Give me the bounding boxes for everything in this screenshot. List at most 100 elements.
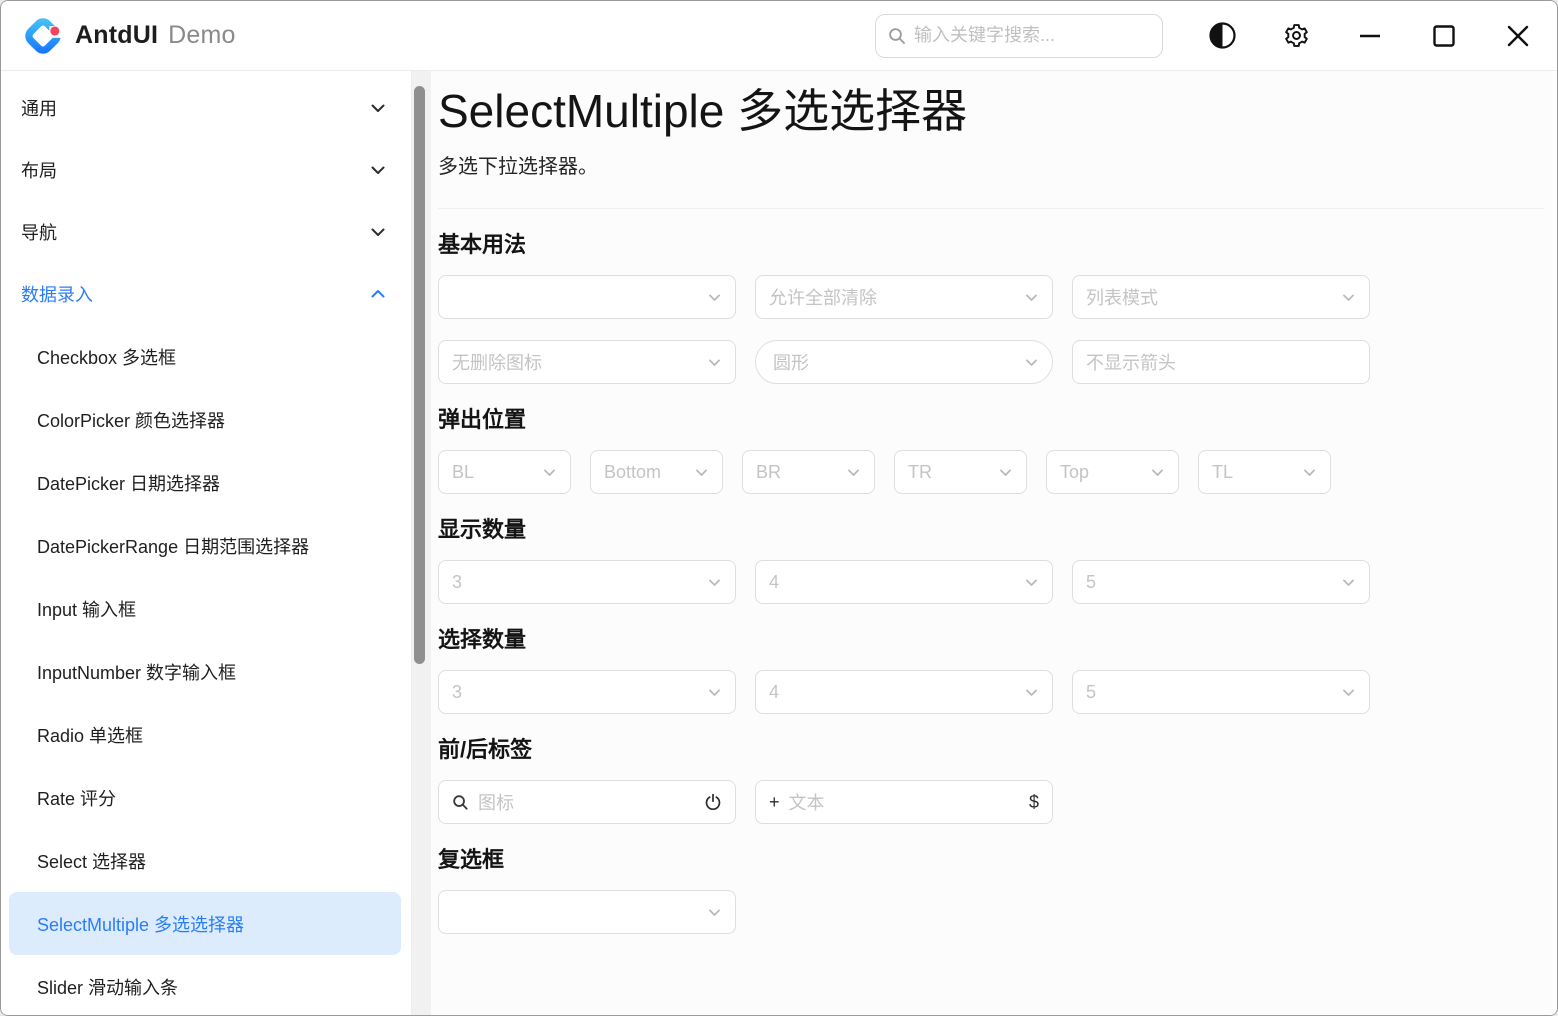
select-choose-count-5[interactable]: 5 [1072, 670, 1370, 714]
chevron-down-icon [1341, 685, 1356, 700]
sidebar-group-3[interactable]: 数据录入 [1, 263, 411, 325]
sidebar-item-label: Radio 单选框 [37, 722, 143, 748]
sidebar-item-checkbox[interactable]: Checkbox 多选框 [9, 325, 401, 388]
select-value: 5 [1086, 572, 1341, 593]
chevron-up-icon [369, 285, 387, 303]
section-5: 复选框 [438, 846, 1544, 934]
select-checkbox-mode[interactable] [438, 890, 736, 934]
sidebar-item-label: SelectMultiple 多选选择器 [37, 911, 244, 937]
section-title: 显示数量 [438, 516, 1544, 543]
divider [438, 208, 1544, 209]
select-no-delete-icon[interactable]: 无删除图标 [438, 340, 736, 384]
settings-button[interactable] [1281, 21, 1311, 51]
select-value: TL [1212, 462, 1302, 483]
close-icon [1505, 23, 1531, 49]
control-row: 3 4 5 [438, 560, 1544, 604]
select-value: 不显示箭头 [1086, 349, 1356, 375]
app-title: AntdUIDemo [75, 21, 236, 50]
search-icon [452, 794, 469, 811]
chevron-down-icon [707, 575, 722, 590]
section-title: 前/后标签 [438, 736, 1544, 763]
input-with-text-affixes[interactable]: + 文本 $ [755, 780, 1053, 824]
sidebar-item-label: Rate 评分 [37, 785, 116, 811]
select-placement-tl[interactable]: TL [1198, 450, 1331, 494]
select-display-count-3[interactable]: 3 [438, 560, 736, 604]
chevron-down-icon [369, 161, 387, 179]
page-subtitle: 多选下拉选择器。 [438, 153, 1544, 181]
select-display-count-5[interactable]: 5 [1072, 560, 1370, 604]
theme-toggle-button[interactable] [1207, 21, 1237, 51]
sidebar-item-radio[interactable]: Radio 单选框 [9, 703, 401, 766]
sidebar-group-1[interactable]: 布局 [1, 139, 411, 201]
app-window: AntdUIDemo [0, 0, 1558, 1016]
sidebar-item-label: InputNumber 数字输入框 [37, 659, 236, 685]
select-value: Top [1060, 462, 1150, 483]
titlebar: AntdUIDemo [1, 1, 1557, 71]
control-row: 允许全部清除列表模式 [438, 275, 1544, 319]
sidebar-item-datepickerrange[interactable]: DatePickerRange 日期范围选择器 [9, 514, 401, 577]
minimize-button[interactable] [1355, 21, 1385, 51]
chevron-down-icon [1024, 355, 1039, 370]
chevron-down-icon [1024, 685, 1039, 700]
maximize-button[interactable] [1429, 21, 1459, 51]
select-value: 无删除图标 [452, 349, 707, 375]
sidebar-item-label: Input 输入框 [37, 596, 136, 622]
main-content: SelectMultiple 多选选择器 多选下拉选择器。 基本用法允许全部清除… [431, 71, 1557, 1015]
theme-toggle-icon [1209, 22, 1236, 49]
control-row: 3 45 [438, 670, 1544, 714]
app-body: 通用布局导航数据录入Checkbox 多选框 ColorPicker 颜色选择器 D… [1, 71, 1557, 1015]
select-value: 3 [452, 682, 707, 703]
chevron-down-icon [1024, 575, 1039, 590]
sidebar-menu: 通用布局导航数据录入Checkbox 多选框 ColorPicker 颜色选择器 D… [1, 71, 412, 1015]
demo-sections: 基本用法允许全部清除列表模式无删除图标圆形不显示箭头弹出位置BLBottomBR… [438, 231, 1544, 934]
sidebar-scrollbar[interactable] [412, 71, 431, 1015]
chevron-down-icon [369, 99, 387, 117]
select-placement-tr[interactable]: TR [894, 450, 1027, 494]
chevron-down-icon [1150, 465, 1165, 480]
select-round[interactable]: 圆形 [755, 340, 1053, 384]
select-placement-bl[interactable]: BL [438, 450, 571, 494]
section-title: 选择数量 [438, 626, 1544, 653]
select-placement-bottom[interactable]: Bottom [590, 450, 723, 494]
sidebar-group-label: 导航 [21, 219, 57, 245]
search-input[interactable] [914, 25, 1150, 46]
select-basic[interactable] [438, 275, 736, 319]
select-no-arrow[interactable]: 不显示箭头 [1072, 340, 1370, 384]
select-placement-top[interactable]: Top [1046, 450, 1179, 494]
input-with-icons[interactable]: 图标 [438, 780, 736, 824]
select-choose-count-3[interactable]: 3 [438, 670, 736, 714]
sidebar-item-select[interactable]: Select 选择器 [9, 829, 401, 892]
select-value: 3 [452, 572, 707, 593]
sidebar-item-label: ColorPicker 颜色选择器 [37, 407, 225, 433]
input-placeholder: 文本 [789, 789, 1020, 815]
suffix-text: $ [1029, 792, 1039, 813]
close-button[interactable] [1503, 21, 1533, 51]
control-row: 无删除图标 圆形 不显示箭头 [438, 340, 1544, 384]
control-row [438, 890, 1544, 934]
sidebar-item-label: DatePickerRange 日期范围选择器 [37, 533, 309, 559]
sidebar-item-selectmultiple[interactable]: SelectMultiple 多选选择器 [9, 892, 401, 955]
select-allow-clear-all[interactable]: 允许全部清除 [755, 275, 1053, 319]
sidebar-item-datepicker[interactable]: DatePicker 日期选择器 [9, 451, 401, 514]
sidebar-item-colorpicker[interactable]: ColorPicker 颜色选择器 [9, 388, 401, 451]
select-choose-count-4[interactable]: 4 [755, 670, 1053, 714]
sidebar-item-inputnumber[interactable]: InputNumber 数字输入框 [9, 640, 401, 703]
sidebar-item-input[interactable]: Input 输入框 [9, 577, 401, 640]
select-display-count-4[interactable]: 4 [755, 560, 1053, 604]
select-placement-br[interactable]: BR [742, 450, 875, 494]
sidebar-group-0[interactable]: 通用 [1, 77, 411, 139]
chevron-down-icon [707, 905, 722, 920]
section-0: 基本用法允许全部清除列表模式无删除图标圆形不显示箭头 [438, 231, 1544, 384]
chevron-down-icon [1024, 290, 1039, 305]
global-search[interactable] [875, 14, 1163, 58]
control-row: BL Bottom BR TR Top TL [438, 450, 1544, 494]
scrollbar-thumb[interactable] [414, 86, 425, 664]
sidebar-item-slider[interactable]: Slider 滑动输入条 [9, 955, 401, 1015]
sidebar-item-rate[interactable]: Rate 评分 [9, 766, 401, 829]
sidebar-group-2[interactable]: 导航 [1, 201, 411, 263]
select-value: BR [756, 462, 846, 483]
maximize-icon [1431, 23, 1457, 49]
select-list-mode[interactable]: 列表模式 [1072, 275, 1370, 319]
prefix-text: + [769, 792, 780, 813]
section-4: 前/后标签图标 + 文本 $ [438, 736, 1544, 824]
